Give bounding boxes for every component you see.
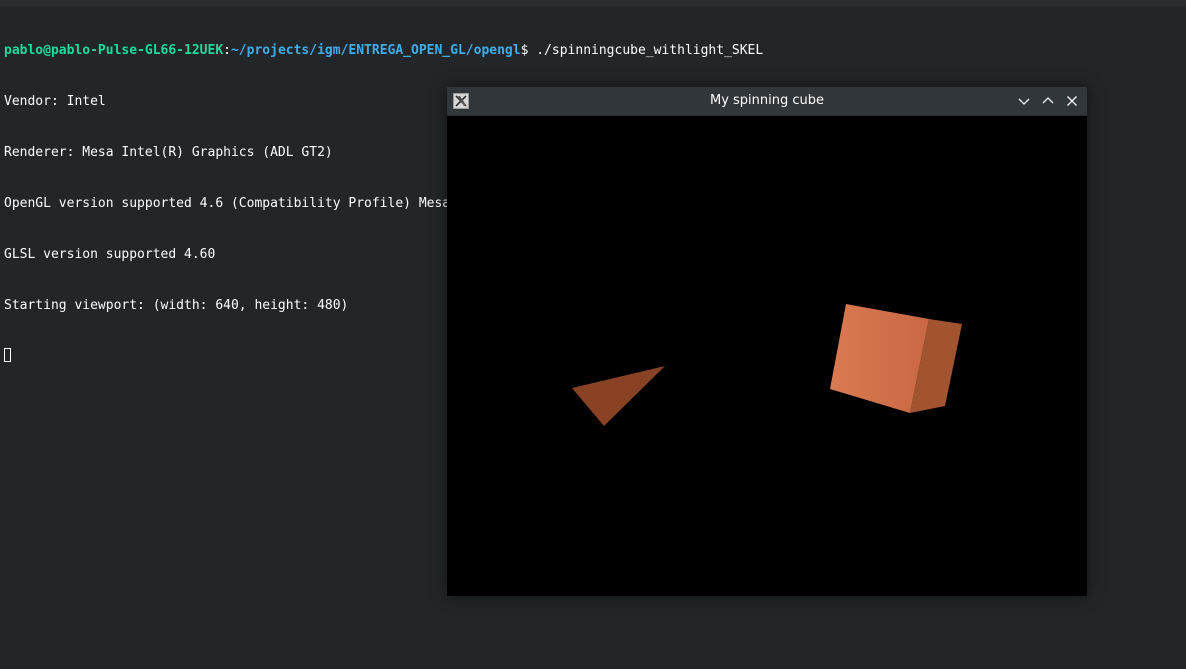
prompt-path: ~/projects/igm/ENTREGA_OPEN_GL/opengl [230, 43, 521, 58]
minimize-button[interactable] [1016, 93, 1032, 109]
opengl-canvas[interactable] [447, 116, 1087, 596]
close-icon [1067, 96, 1077, 106]
prompt-line: pablo@pablo-Pulse-GL66-12UEK:~/projects/… [4, 42, 1184, 59]
terminal-cursor [4, 348, 11, 362]
window-titlebar[interactable]: My spinning cube [447, 87, 1087, 116]
prompt-symbol: $ [520, 43, 537, 58]
prompt-separator: : [223, 43, 231, 58]
chevron-up-icon [1042, 97, 1054, 104]
prompt-user: pablo@pablo-Pulse-GL66-12UEK [4, 43, 224, 58]
scene-render [572, 304, 962, 426]
cube-shape [830, 304, 962, 413]
maximize-button[interactable] [1040, 93, 1056, 109]
chevron-down-icon [1018, 98, 1030, 105]
terminal-top-strip [0, 0, 1186, 6]
spinning-cube-window[interactable]: My spinning cube [447, 87, 1087, 596]
close-button[interactable] [1064, 93, 1080, 109]
window-title: My spinning cube [709, 93, 825, 108]
pyramid-shape [572, 366, 665, 426]
command-text: ./spinningcube_withlight_SKEL [536, 43, 764, 58]
